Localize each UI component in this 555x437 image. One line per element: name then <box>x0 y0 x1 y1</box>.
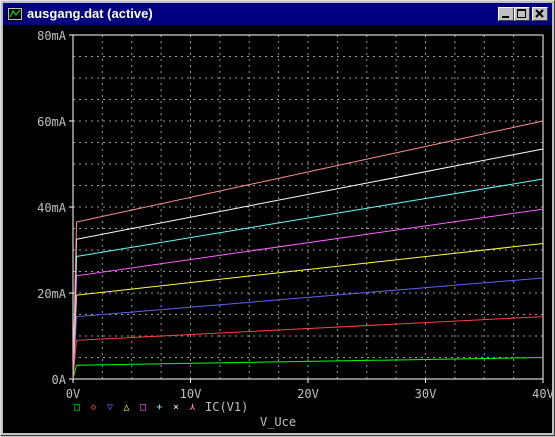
app-window: ausgang.dat (active) 0A 20mA 40mA 60mA 80mA <box>0 0 555 436</box>
probe-app-icon <box>7 7 23 21</box>
close-icon <box>535 9 544 18</box>
legend-marker-5: □ <box>140 402 146 413</box>
y-tick-label: 0A <box>52 373 67 387</box>
close-button[interactable] <box>532 7 548 21</box>
legend: IC(V1) □ ◇ ▽ △ □ + × ⋏ <box>74 400 248 414</box>
plot-frame <box>69 34 544 383</box>
legend-marker-7: × <box>173 402 179 413</box>
x-axis-label: V_Uce <box>260 415 296 429</box>
x-tick-labels: 0V 10V 20V 30V 40V <box>66 387 554 401</box>
x-tick-label: 0V <box>66 387 80 401</box>
legend-label: IC(V1) <box>205 400 248 414</box>
title-bar[interactable]: ausgang.dat (active) <box>3 3 552 25</box>
maximize-icon <box>517 9 526 18</box>
grid-lines <box>72 34 544 380</box>
window-title: ausgang.dat (active) <box>27 6 153 21</box>
legend-marker-6: + <box>156 402 162 413</box>
legend-marker-2: ◇ <box>90 402 96 413</box>
y-tick-label: 80mA <box>37 29 67 43</box>
y-tick-labels: 0A 20mA 40mA 60mA 80mA <box>37 29 67 387</box>
x-tick-label: 20V <box>297 387 319 401</box>
legend-marker-4: △ <box>123 402 129 413</box>
legend-marker-8: ⋏ <box>188 402 196 413</box>
legend-marker-1: □ <box>74 402 80 413</box>
maximize-button[interactable] <box>514 7 530 21</box>
ic-vce-chart[interactable]: 0A 20mA 40mA 60mA 80mA 0V 10V 20V 30V 40V IC(V1)… <box>3 25 554 433</box>
y-tick-label: 40mA <box>37 201 67 215</box>
y-tick-label: 20mA <box>37 287 67 301</box>
x-tick-label: 10V <box>180 387 202 401</box>
x-tick-label: 40V <box>532 387 552 401</box>
plot-area[interactable]: 0A 20mA 40mA 60mA 80mA 0V 10V 20V 30V 40V IC(V1)… <box>3 25 554 433</box>
legend-marker-3: ▽ <box>107 402 113 413</box>
minimize-button[interactable] <box>498 7 514 21</box>
x-tick-label: 30V <box>415 387 437 401</box>
y-tick-label: 60mA <box>37 115 67 129</box>
minimize-icon <box>502 16 509 18</box>
